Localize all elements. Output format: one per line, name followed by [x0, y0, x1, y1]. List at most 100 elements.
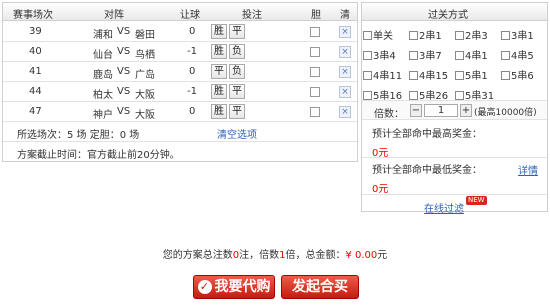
summary-text: 您的方案总注数	[162, 250, 233, 261]
minus-button[interactable]: −	[410, 104, 422, 117]
multiple-row: 倍数： − 1 + (最高10000倍)	[362, 100, 547, 120]
handicap-value: -1	[187, 46, 197, 57]
home-team: 鹿岛	[93, 70, 113, 81]
checkbox-icon	[455, 31, 464, 40]
away-team: 广岛	[135, 70, 155, 81]
check-icon: ✓	[197, 280, 212, 294]
clear-row-button[interactable]: ×	[339, 86, 351, 98]
multiple-label: 倍数：	[374, 109, 404, 120]
banker-checkbox[interactable]	[310, 87, 320, 97]
col-bet: 投注	[242, 10, 262, 21]
pass-option[interactable]: 3串7	[409, 47, 442, 62]
group-buy-button[interactable]: 发起合买	[281, 275, 359, 299]
checkbox-icon	[455, 71, 464, 80]
pass-panel: 过关方式 单关 2串1 2串3 3串1 3串4 3串7 4串1 4串5 4串11…	[361, 2, 548, 215]
home-team: 柏太	[93, 90, 113, 101]
buy-button[interactable]: ✓ 我要代购	[193, 275, 275, 299]
clear-row-button[interactable]: ×	[339, 26, 351, 38]
home-team: 仙台	[93, 50, 113, 61]
banker-checkbox[interactable]	[310, 27, 320, 37]
handicap-value: -1	[187, 86, 197, 97]
home-team: 神户	[93, 110, 113, 121]
checkbox-icon	[363, 91, 372, 100]
checkbox-icon	[409, 91, 418, 100]
table-header: 赛事场次 对阵 让球 投注 胆 清	[2, 2, 358, 21]
total-amount: ¥ 0.00	[345, 250, 378, 261]
pass-option[interactable]: 2串3	[455, 27, 488, 42]
match-no: 44	[29, 86, 42, 97]
pass-option[interactable]: 4串1	[455, 47, 488, 62]
pick-button[interactable]: 负	[229, 64, 245, 79]
table-row: 41 鹿岛 VS 广岛 0 平 负 ×	[3, 62, 357, 82]
pass-header: 过关方式	[361, 2, 548, 21]
multiple-input[interactable]: 1	[424, 104, 458, 117]
match-table: 赛事场次 对阵 让球 投注 胆 清 39 浦和 VS 磐田 0 胜 平 × 40…	[2, 2, 358, 162]
clear-row-button[interactable]: ×	[339, 106, 351, 118]
pick-button[interactable]: 负	[229, 44, 245, 59]
pass-option[interactable]: 3串4	[363, 47, 396, 62]
table-row: 47 神户 VS 大阪 0 胜 平 ×	[3, 102, 357, 122]
home-team: 浦和	[93, 30, 113, 41]
pick-button[interactable]: 平	[229, 104, 245, 119]
pass-option[interactable]: 4串15	[409, 67, 448, 82]
checkbox-icon	[363, 71, 372, 80]
pass-option[interactable]: 5串6	[501, 67, 534, 82]
pass-option[interactable]: 5串1	[455, 67, 488, 82]
max-prize-label: 预计全部命中最高奖金：	[372, 129, 482, 140]
away-team: 磐田	[135, 30, 155, 41]
pick-button[interactable]: 平	[211, 64, 227, 79]
checkbox-icon	[455, 91, 464, 100]
col-banker: 胆	[311, 10, 321, 21]
detail-link[interactable]: 详情	[518, 162, 538, 177]
summary-text: 注，倍数	[239, 250, 280, 261]
match-no: 41	[29, 66, 42, 77]
pass-title: 过关方式	[428, 10, 468, 21]
checkbox-icon	[455, 51, 464, 60]
vs-label: VS	[117, 46, 131, 57]
pick-button[interactable]: 胜	[211, 84, 227, 99]
clear-row-button[interactable]: ×	[339, 46, 351, 58]
clear-row-button[interactable]: ×	[339, 66, 351, 78]
banker-checkbox[interactable]	[310, 107, 320, 117]
pick-button[interactable]: 平	[229, 24, 245, 39]
summary-text: 倍，总金额：	[285, 250, 346, 261]
handicap-value: 0	[189, 66, 196, 77]
pass-option[interactable]: 2串1	[409, 27, 442, 42]
match-no: 40	[29, 46, 42, 57]
pick-button[interactable]: 胜	[211, 24, 227, 39]
checkbox-icon	[501, 51, 510, 60]
online-filter-link[interactable]: 在线过滤	[424, 200, 464, 215]
pick-button[interactable]: 平	[229, 84, 245, 99]
clear-options-link[interactable]: 清空选项	[217, 126, 257, 141]
table-row: 39 浦和 VS 磐田 0 胜 平 ×	[3, 22, 357, 42]
vs-label: VS	[117, 26, 131, 37]
multiple-max: (最高10000倍)	[474, 108, 537, 118]
table-row: 44 柏太 VS 大阪 -1 胜 平 ×	[3, 82, 357, 102]
table-row: 40 仙台 VS 鸟栖 -1 胜 负 ×	[3, 42, 357, 62]
col-handicap: 让球	[180, 10, 200, 21]
min-prize-label: 预计全部命中最低奖金：	[372, 165, 482, 176]
summary-text: 元	[377, 250, 388, 261]
checkbox-icon	[363, 31, 372, 40]
checkbox-icon	[409, 31, 418, 40]
pass-option[interactable]: 4串5	[501, 47, 534, 62]
pass-option[interactable]: 4串11	[363, 67, 402, 82]
divider	[362, 194, 547, 195]
handicap-value: 0	[189, 26, 196, 37]
away-team: 大阪	[135, 90, 155, 101]
selected-count: 所选场次：5 场 定胆：0 场	[17, 130, 140, 141]
bet-summary: 您的方案总注数0注，倍数1倍，总金额：¥ 0.00元	[0, 246, 550, 261]
checkbox-icon	[363, 51, 372, 60]
banker-checkbox[interactable]	[310, 47, 320, 57]
divider	[362, 157, 547, 158]
pick-button[interactable]: 胜	[211, 44, 227, 59]
pass-option[interactable]: 单关	[363, 27, 393, 42]
checkbox-icon	[501, 71, 510, 80]
handicap-value: 0	[189, 106, 196, 117]
banker-checkbox[interactable]	[310, 67, 320, 77]
pick-button[interactable]: 胜	[211, 104, 227, 119]
pass-option[interactable]: 3串1	[501, 27, 534, 42]
plus-button[interactable]: +	[460, 104, 472, 117]
checkbox-icon	[409, 51, 418, 60]
match-no: 39	[29, 26, 42, 37]
